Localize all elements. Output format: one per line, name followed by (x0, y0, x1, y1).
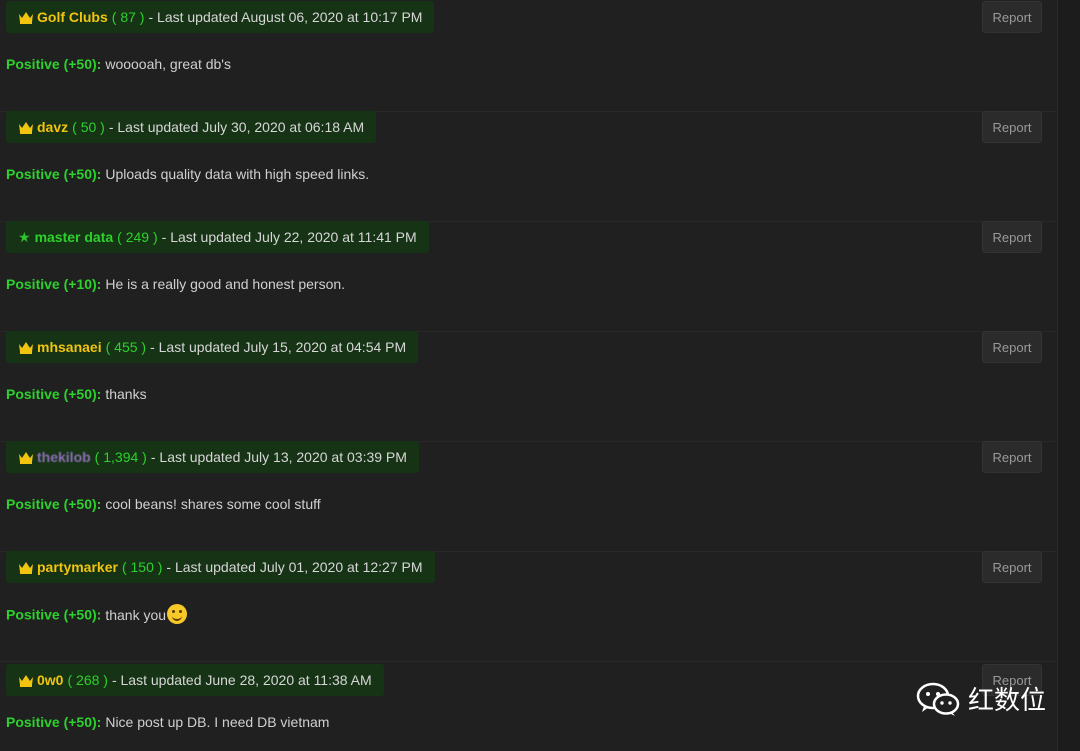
feedback-comment: Positive (+10): He is a really good and h… (6, 276, 345, 292)
rating-label: Positive (+50): (6, 56, 102, 72)
watermark: 红数位 (916, 680, 1046, 717)
username-link[interactable]: 0w0 (37, 672, 63, 688)
comment-text: wooooah, great db's (105, 56, 231, 72)
feedback-entry: Golf Clubs ( 87 ) - Last updated August … (0, 1, 1056, 112)
rating-label: Positive (+50): (6, 166, 102, 182)
feedback-header: Golf Clubs ( 87 ) - Last updated August … (6, 1, 435, 33)
last-updated: - Last updated June 28, 2020 at 11:38 AM (111, 672, 372, 688)
last-updated: - Last updated July 22, 2020 at 11:41 PM (161, 229, 417, 245)
rating-label: Positive (+50): (6, 606, 102, 623)
feedback-entry: mhsanaei ( 455 ) - Last updated July 15,… (0, 331, 1056, 442)
feedback-comment: Positive (+50): thank you (6, 604, 188, 626)
feedback-header: partymarker ( 150 ) - Last updated July … (6, 551, 435, 583)
rating-label: Positive (+50): (6, 496, 102, 512)
feedback-page: Golf Clubs ( 87 ) - Last updated August … (0, 0, 1080, 751)
comment-text: thank you (105, 606, 167, 623)
smiley-emoji-icon (167, 604, 188, 624)
scrollbar-track[interactable] (1057, 0, 1080, 751)
crown-icon (19, 122, 33, 134)
report-button[interactable]: Report (982, 221, 1042, 253)
report-button[interactable]: Report (982, 441, 1042, 473)
username-link[interactable]: master data (35, 229, 114, 245)
feedback-entry: partymarker ( 150 ) - Last updated July … (0, 551, 1056, 662)
feedback-count: ( 87 ) (111, 9, 145, 25)
feedback-count: ( 249 ) (117, 229, 158, 245)
crown-icon (19, 342, 33, 354)
feedback-entry: thekilob ( 1,394 ) - Last updated July 1… (0, 441, 1056, 552)
last-updated: - Last updated July 01, 2020 at 12:27 PM (166, 559, 423, 575)
username-link[interactable]: mhsanaei (37, 339, 102, 355)
feedback-count: ( 50 ) (72, 119, 105, 135)
feedback-count: ( 150 ) (121, 559, 163, 575)
feedback-comment: Positive (+50): Nice post up DB. I need D… (6, 714, 329, 730)
wechat-icon (916, 682, 960, 716)
crown-icon (19, 12, 33, 24)
star-icon: ★ (18, 228, 31, 245)
username-link[interactable]: thekilob (37, 449, 91, 465)
feedback-entry: davz ( 50 ) - Last updated July 30, 2020… (0, 111, 1056, 222)
feedback-header: 0w0 ( 268 ) - Last updated June 28, 2020… (6, 664, 384, 696)
comment-text: thanks (105, 386, 147, 402)
crown-icon (19, 562, 33, 574)
username-link[interactable]: partymarker (37, 559, 118, 575)
rating-label: Positive (+50): (6, 386, 102, 402)
comment-text: Uploads quality data with high speed lin… (105, 166, 370, 182)
feedback-count: ( 268 ) (67, 672, 108, 688)
feedback-comment: Positive (+50): wooooah, great db's (6, 56, 231, 72)
rating-label: Positive (+50): (6, 714, 102, 730)
last-updated: - Last updated July 30, 2020 at 06:18 AM (108, 119, 365, 135)
comment-text: He is a really good and honest person. (105, 276, 346, 292)
comment-text: Nice post up DB. I need DB vietnam (105, 714, 330, 730)
crown-icon (19, 675, 33, 687)
feedback-header: thekilob ( 1,394 ) - Last updated July 1… (6, 441, 419, 473)
feedback-header: ★ master data ( 249 ) - Last updated Jul… (6, 221, 429, 253)
report-button[interactable]: Report (982, 1, 1042, 33)
last-updated: - Last updated August 06, 2020 at 10:17 … (148, 9, 423, 25)
crown-icon (19, 452, 33, 464)
feedback-comment: Positive (+50): thanks (6, 386, 147, 402)
comment-text: cool beans! shares some cool stuff (105, 496, 321, 512)
last-updated: - Last updated July 15, 2020 at 04:54 PM (150, 339, 407, 355)
report-button[interactable]: Report (982, 111, 1042, 143)
feedback-comment: Positive (+50): Uploads quality data with… (6, 166, 369, 182)
feedback-comment: Positive (+50): cool beans! shares some c… (6, 496, 321, 512)
feedback-entry: 0w0 ( 268 ) - Last updated June 28, 2020… (0, 664, 1056, 751)
feedback-header: mhsanaei ( 455 ) - Last updated July 15,… (6, 331, 419, 363)
feedback-count: ( 455 ) (105, 339, 147, 355)
feedback-header: davz ( 50 ) - Last updated July 30, 2020… (6, 111, 377, 143)
username-link[interactable]: davz (37, 119, 68, 135)
watermark-text: 红数位 (967, 686, 1046, 716)
report-button[interactable]: Report (982, 551, 1042, 583)
rating-label: Positive (+10): (6, 276, 102, 292)
username-link[interactable]: Golf Clubs (37, 9, 108, 25)
feedback-count: ( 1,394 ) (94, 449, 147, 465)
last-updated: - Last updated July 13, 2020 at 03:39 PM (150, 449, 407, 465)
report-button[interactable]: Report (982, 331, 1042, 363)
feedback-entry: ★ master data ( 249 ) - Last updated Jul… (0, 221, 1056, 332)
